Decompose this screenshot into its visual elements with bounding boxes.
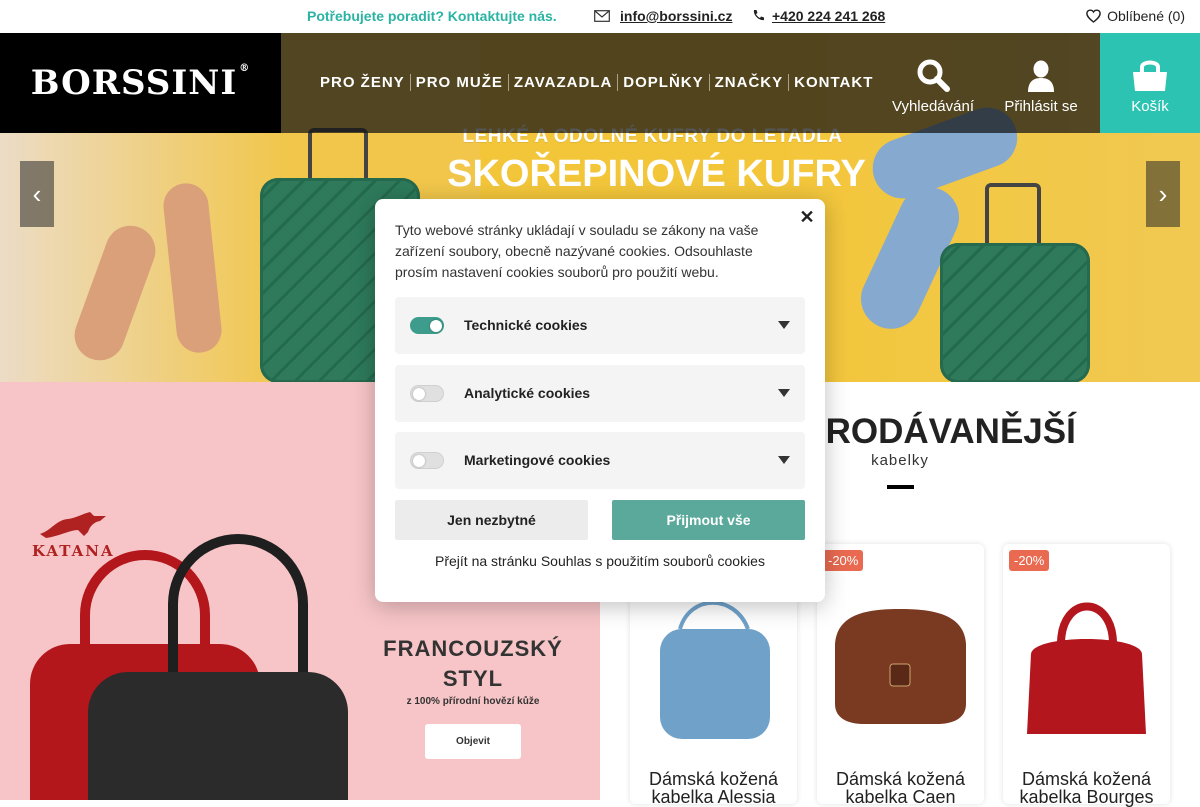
email-link[interactable]: info@borssini.cz	[620, 8, 732, 24]
cookie-category-label: Marketingové cookies	[464, 452, 611, 468]
hero-title: SKOŘEPINOVÉ KUFRY	[447, 153, 866, 195]
cookie-category-technical[interactable]: Technické cookies	[395, 297, 805, 354]
suitcase-right	[940, 243, 1090, 382]
cart-label: Košík	[1131, 98, 1169, 115]
promo-title: FRANCOUZSKÝ STYL	[360, 634, 586, 694]
product-image	[1027, 602, 1146, 734]
caret-down-icon[interactable]	[778, 456, 790, 464]
logo-registered-mark: ®	[239, 63, 251, 74]
hero-prev-button[interactable]: ‹	[20, 161, 54, 227]
product-card[interactable]: -20% Dámská kožená kabelka Caen	[817, 544, 984, 806]
cookie-category-label: Analytické cookies	[464, 385, 591, 401]
logo-text: BORSSINI	[30, 63, 238, 103]
chevron-right-icon: ›	[1158, 178, 1168, 209]
black-bag-handle	[168, 534, 308, 684]
login-button[interactable]: Přihlásit se	[1004, 33, 1078, 133]
promo-title-line1: FRANCOUZSKÝ	[383, 636, 563, 661]
heading-underline	[887, 485, 914, 489]
cart-button[interactable]: Košík	[1100, 33, 1200, 133]
promo-subtitle: z 100% přírodní hovězí kůže	[406, 696, 540, 707]
cookie-policy-link[interactable]: Přejít na stránku Souhlas s použitím sou…	[375, 553, 825, 569]
help-contact-text[interactable]: Potřebujete poradit? Kontaktujte nás.	[307, 8, 557, 24]
chevron-left-icon: ‹	[32, 178, 42, 209]
phone-link[interactable]: +420 224 241 268	[772, 8, 885, 24]
toggle-knob	[430, 320, 442, 332]
analytics-cookies-toggle[interactable]	[410, 385, 444, 402]
toggle-knob	[413, 388, 425, 400]
menu-item-women[interactable]: PRO ŽENY	[320, 74, 410, 91]
favorites-label: Oblíbené (0)	[1107, 8, 1185, 24]
kangaroo-logo-icon	[40, 512, 106, 538]
cookie-category-marketing[interactable]: Marketingové cookies	[395, 432, 805, 489]
cookie-category-analytics[interactable]: Analytické cookies	[395, 365, 805, 422]
menu-item-contact[interactable]: KONTAKT	[788, 74, 878, 91]
menu-item-luggage[interactable]: ZAVAZADLA	[507, 74, 617, 91]
discount-badge: -20%	[823, 550, 864, 571]
caret-down-icon[interactable]	[778, 321, 790, 329]
search-button[interactable]: Vyhledávání	[892, 33, 975, 133]
product-name[interactable]: Dámská kožená kabelka Alessia	[630, 770, 797, 806]
close-icon[interactable]: ✕	[799, 208, 815, 226]
login-label: Přihlásit se	[1004, 98, 1078, 115]
menu-item-brands[interactable]: ZNAČKY	[708, 74, 789, 91]
black-handbag	[88, 672, 348, 800]
product-name[interactable]: Dámská kožená kabelka Bourges	[1003, 770, 1170, 806]
favorites-link[interactable]: Oblíbené (0)	[1086, 8, 1185, 24]
user-icon	[1028, 60, 1054, 92]
shopping-bag-icon	[1133, 60, 1167, 91]
discount-badge: -20%	[1009, 550, 1050, 571]
menu-item-accessories[interactable]: DOPLŇKY	[617, 74, 708, 91]
product-card[interactable]: -20% Dámská kožená kabelka Bourges	[1003, 544, 1170, 806]
technical-cookies-toggle[interactable]	[410, 317, 444, 334]
hero-next-button[interactable]: ›	[1146, 161, 1180, 227]
marketing-cookies-toggle[interactable]	[410, 452, 444, 469]
phone-icon	[753, 10, 764, 21]
search-icon	[917, 59, 950, 92]
top-bar: Potřebujete poradit? Kontaktujte nás. in…	[0, 0, 1200, 33]
necessary-only-button[interactable]: Jen nezbytné	[395, 500, 588, 540]
promo-title-line2: STYL	[442, 666, 504, 691]
accept-all-button[interactable]: Přijmout vše	[612, 500, 805, 540]
menu: PRO ŽENY PRO MUŽE ZAVAZADLA DOPLŇKY ZNAČ…	[320, 74, 878, 91]
cookie-consent-dialog: ✕ Tyto webové stránky ukládají v souladu…	[375, 199, 825, 602]
toggle-knob	[413, 455, 425, 467]
search-label: Vyhledávání	[892, 98, 975, 115]
mail-icon	[594, 10, 610, 22]
logo-link[interactable]: BORSSINI ®	[0, 33, 281, 133]
product-image	[835, 609, 966, 724]
main-navigation: BORSSINI ® PRO ŽENY PRO MUŽE ZAVAZADLA DO…	[0, 33, 1200, 133]
caret-down-icon[interactable]	[778, 389, 790, 397]
product-name[interactable]: Dámská kožená kabelka Caen	[817, 770, 984, 806]
cookie-category-label: Technické cookies	[464, 317, 588, 333]
cookie-description: Tyto webové stránky ukládají v souladu s…	[395, 222, 759, 280]
logo: BORSSINI ®	[31, 63, 251, 103]
heart-icon	[1086, 9, 1102, 23]
promo-brand: KATANA	[32, 542, 115, 560]
menu-item-men[interactable]: PRO MUŽE	[409, 74, 508, 91]
promo-discover-button[interactable]: Objevit	[425, 724, 521, 759]
